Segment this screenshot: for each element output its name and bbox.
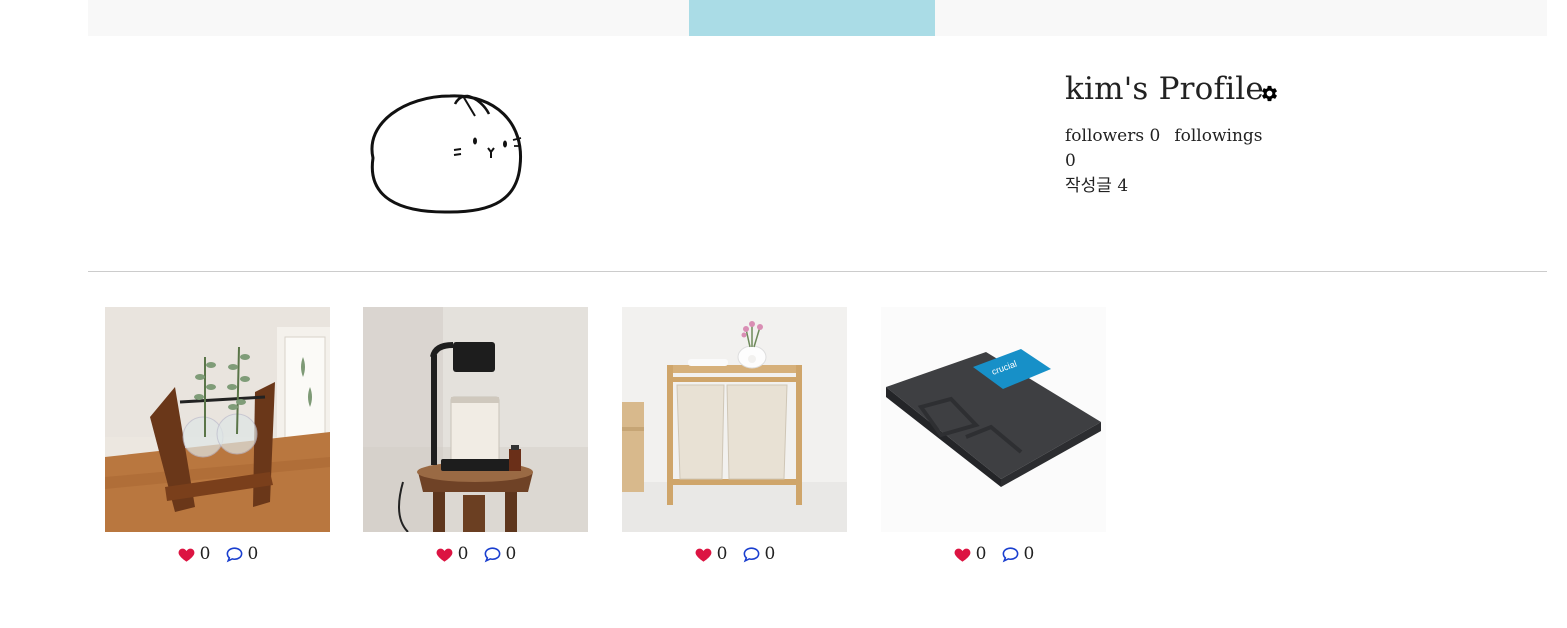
comment-count: 0 [1023,544,1035,564]
followings-count: 0 [1065,151,1076,171]
like-count: 0 [199,544,211,564]
comment-icon [1002,546,1018,562]
like-count: 0 [457,544,469,564]
heart-icon [436,548,453,562]
post-stats: 0 0 [622,539,847,569]
heart-icon [954,548,971,562]
post-stats: 0 0 [105,539,330,569]
comment-button[interactable]: 0 [225,544,259,564]
post-card: 0 0 [105,307,330,569]
top-nav-bar [88,0,1547,36]
followers-link[interactable]: followers 0 [1065,126,1160,146]
followers-label: followers [1065,126,1145,146]
comment-count: 0 [764,544,776,564]
comment-button[interactable]: 0 [483,544,517,564]
comment-button[interactable]: 0 [1001,544,1035,564]
heart-icon [178,548,195,562]
like-button[interactable]: 0 [953,544,987,564]
like-count: 0 [975,544,987,564]
followers-count: 0 [1149,126,1161,146]
profile-avatar [370,94,523,214]
posts-label: 작성글 [1065,176,1112,196]
post-card: crucial 0 0 [881,307,1106,569]
post-card: 0 0 [363,307,588,569]
post-thumbnail[interactable] [622,307,847,532]
like-button[interactable]: 0 [694,544,728,564]
comment-icon [226,546,242,562]
profile-title: kim's Profile [1065,71,1264,107]
comment-count: 0 [505,544,517,564]
post-stats: 0 0 [881,539,1106,569]
active-nav-tab[interactable] [689,0,935,36]
post-thumbnail[interactable] [363,307,588,532]
gear-icon[interactable] [1260,84,1279,103]
post-stats: 0 0 [363,539,588,569]
section-divider [88,271,1547,272]
comment-icon [743,546,759,562]
like-button[interactable]: 0 [177,544,211,564]
heart-icon [695,548,712,562]
post-card: 0 0 [622,307,847,569]
comment-icon [484,546,500,562]
like-count: 0 [716,544,728,564]
like-button[interactable]: 0 [435,544,469,564]
comment-button[interactable]: 0 [742,544,776,564]
comment-count: 0 [247,544,259,564]
posts-count: 4 [1117,176,1129,196]
post-thumbnail[interactable] [105,307,330,532]
followings-label: followings [1174,126,1263,146]
profile-stats: followers 0 followings 0 작성글 4 [1065,124,1270,199]
post-thumbnail[interactable]: crucial [881,307,1106,532]
